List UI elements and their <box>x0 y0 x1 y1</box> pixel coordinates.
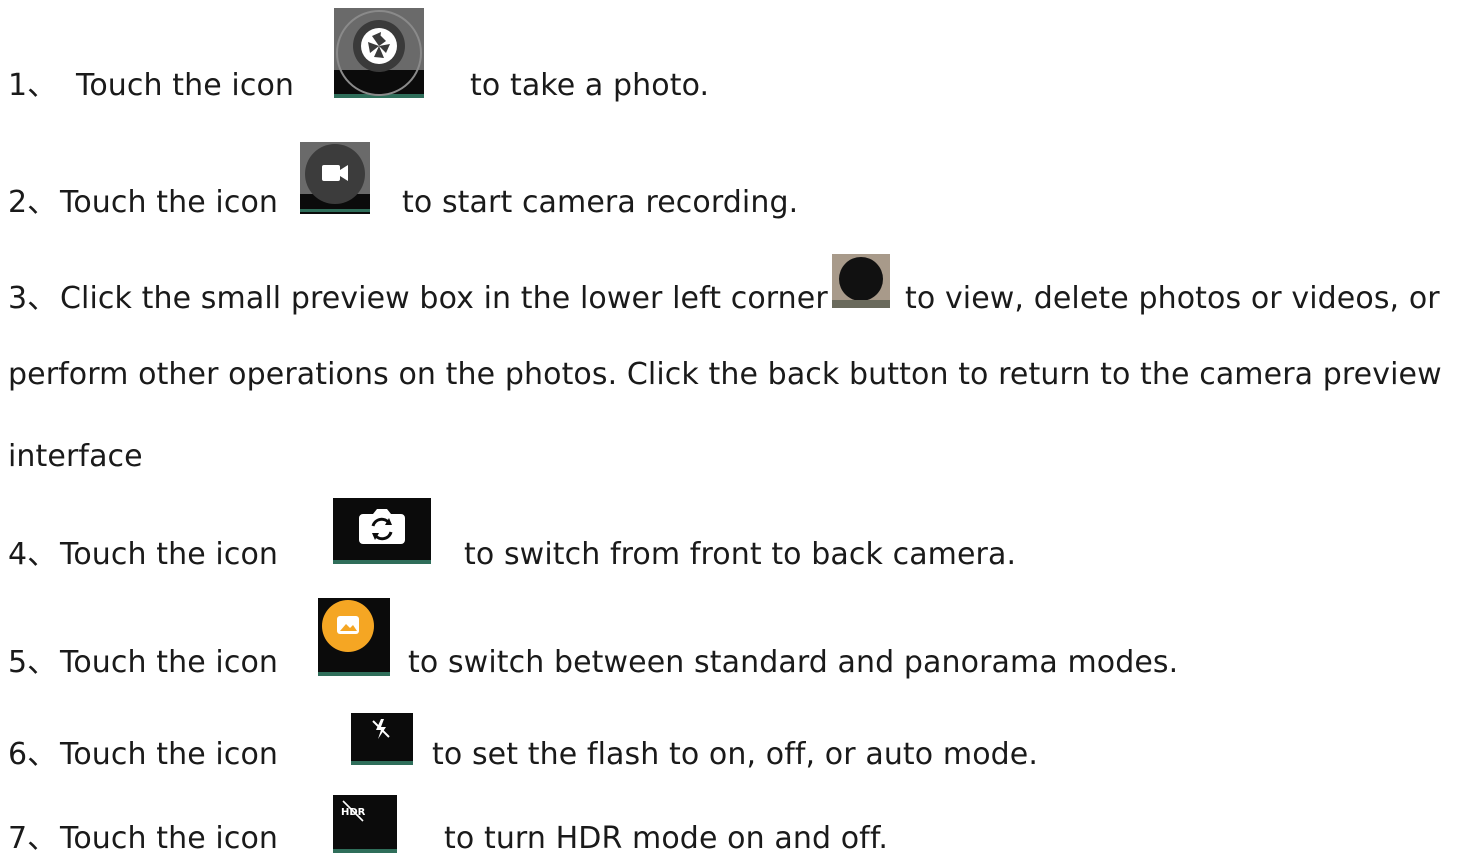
step-7-number: 7、 <box>8 821 58 856</box>
shutter-icon <box>334 8 424 98</box>
step-6-tail: to set the flash to on, off, or auto mod… <box>432 737 1039 772</box>
step-3-number: 3、 <box>8 281 58 316</box>
step-4-lead: Touch the icon <box>60 537 279 572</box>
step-4-number: 4、 <box>8 537 58 572</box>
step-1-number: 1、 <box>8 68 58 103</box>
hdr-icon-label: HDR <box>341 807 366 818</box>
step-6-lead: Touch the icon <box>60 737 279 772</box>
step-3-tail: to view, delete photos or videos, or <box>905 281 1440 316</box>
step-5-number: 5、 <box>8 645 58 680</box>
step-4-tail: to switch from front to back camera. <box>464 537 1017 572</box>
preview-thumbnail-icon[interactable] <box>832 254 890 308</box>
step-2-tail: to start camera recording. <box>402 185 799 220</box>
step-5-lead: Touch the icon <box>60 645 279 680</box>
panorama-mode-icon <box>318 598 390 676</box>
step-7-lead: Touch the icon <box>60 821 279 856</box>
step-1-lead: Touch the icon <box>76 68 295 103</box>
flash-off-icon <box>351 713 413 765</box>
video-camera-icon <box>300 142 370 214</box>
step-2-lead: Touch the icon <box>60 185 279 220</box>
step-7-tail: to turn HDR mode on and off. <box>444 821 888 856</box>
step-1-tail: to take a photo. <box>470 68 710 103</box>
step-5-tail: to switch between standard and panorama … <box>408 645 1179 680</box>
step-3-continuation-1: perform other operations on the photos. … <box>8 357 1442 392</box>
step-3-lead: Click the small preview box in the lower… <box>60 281 828 316</box>
step-6-number: 6、 <box>8 737 58 772</box>
step-3-continuation-2: interface <box>8 439 143 474</box>
step-2-number: 2、 <box>8 185 58 220</box>
hdr-off-icon: HDR <box>333 795 397 853</box>
switch-camera-icon <box>333 498 431 564</box>
